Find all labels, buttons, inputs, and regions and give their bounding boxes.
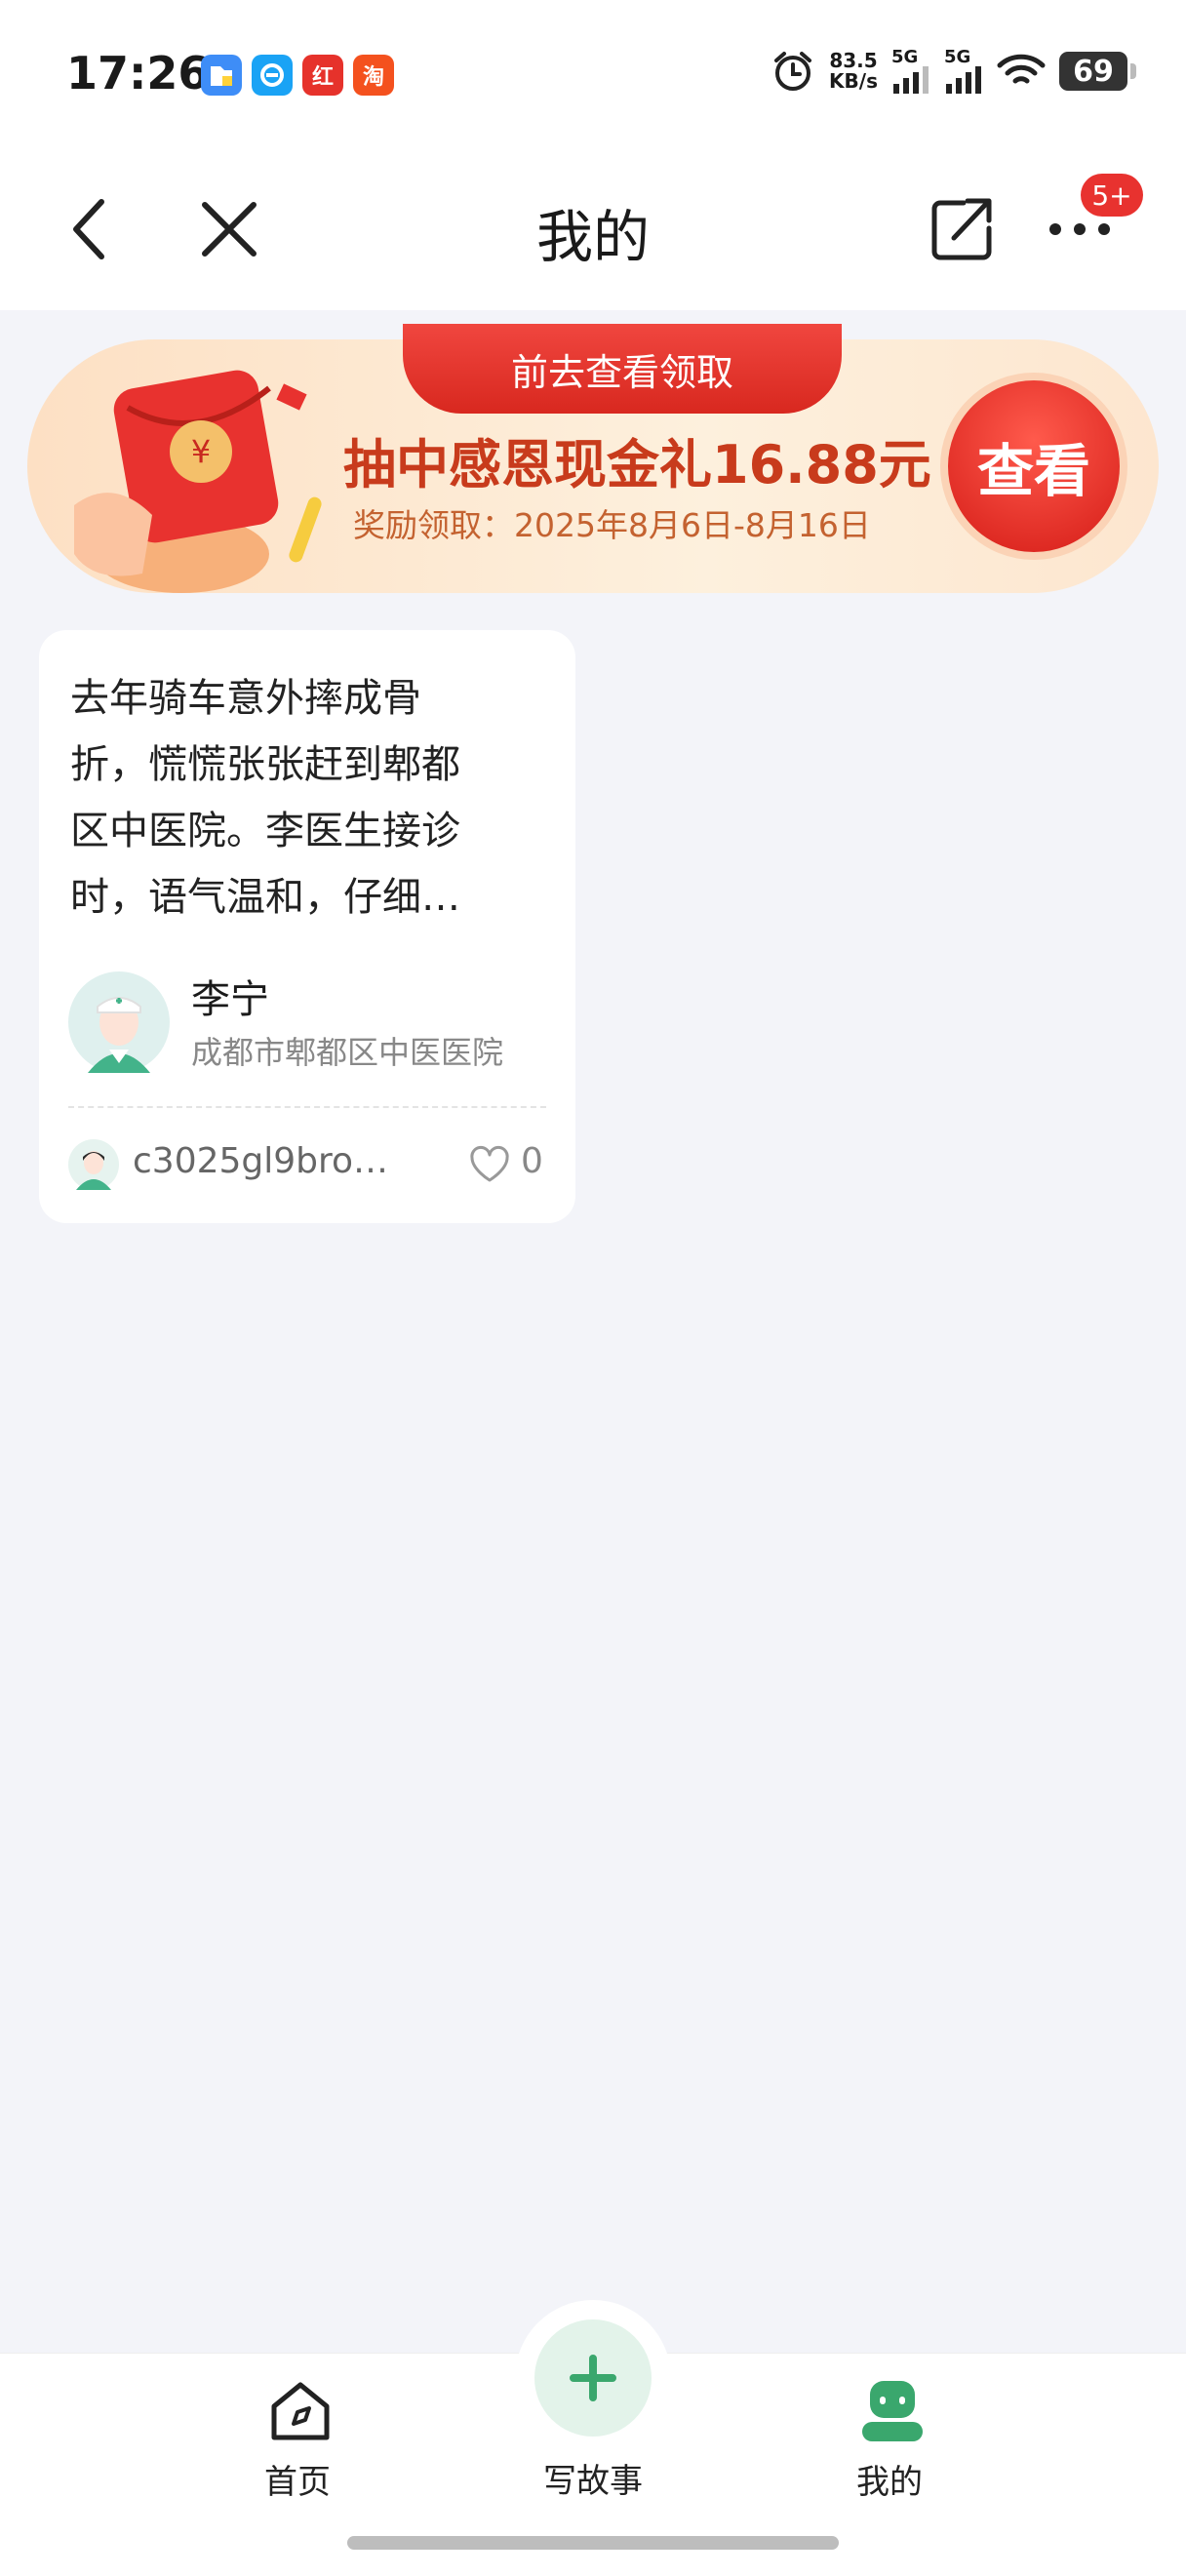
net-speed-value: 83.5 <box>829 49 878 72</box>
system-indicators: 83.5 KB/s 5G 5G 69 <box>771 49 1136 94</box>
share-icon[interactable] <box>925 189 995 267</box>
svg-text:¥: ¥ <box>191 433 211 470</box>
story-line: 去年骑车意外摔成骨 <box>70 676 421 721</box>
write-story-button[interactable] <box>534 2319 652 2437</box>
write-story-label: 写故事 <box>543 2462 643 2501</box>
tab-home[interactable]: 首页 <box>200 2354 395 2549</box>
plus-icon <box>570 2355 616 2401</box>
view-button[interactable]: 查看 <box>940 373 1127 560</box>
story-line: 折，慌慌张张赶到郫都 <box>70 742 460 787</box>
doctor-name: 李宁 <box>191 977 269 1022</box>
profile-icon <box>862 2381 923 2441</box>
doctor-hospital: 成都市郫都区中医医院 <box>191 1034 504 1071</box>
taobao-app-icon: 淘 <box>353 55 394 96</box>
files-app-icon <box>201 55 242 96</box>
tab-home-label: 首页 <box>264 2463 331 2502</box>
banner-subline: 奖励领取：2025年8月6日-8月16日 <box>353 506 871 544</box>
status-time: 17:26 <box>66 47 210 99</box>
heart-icon[interactable] <box>468 1145 511 1184</box>
nav-bar: 我的 5+ <box>0 146 1186 310</box>
home-icon <box>271 2382 330 2440</box>
signal-2: 5G <box>944 49 983 94</box>
net-speed-unit: KB/s <box>829 69 878 93</box>
reward-banner[interactable]: ¥ 前去查看领取 抽中感恩现金礼16.88元 奖励领取：2025年8月6日-8月… <box>27 324 1159 593</box>
author-name: c3025gl9bro… <box>133 1141 389 1181</box>
signal-2-label: 5G <box>944 47 971 67</box>
story-text: 去年骑车意外摔成骨 折，慌慌张张赶到郫都 区中医院。李医生接诊 时，语气温和，仔… <box>70 665 544 931</box>
doctor-avatar <box>68 971 170 1073</box>
banner-headline: 抽中感恩现金礼16.88元 <box>343 434 931 495</box>
tab-mine[interactable]: 我的 <box>792 2354 987 2549</box>
battery-indicator: 69 <box>1059 52 1136 91</box>
story-line: 时，语气温和，仔细… <box>70 875 460 920</box>
signal-bars-icon <box>893 66 929 94</box>
notification-app-icons: 红 淘 <box>201 55 394 96</box>
story-line: 区中医院。李医生接诊 <box>70 809 460 853</box>
wifi-icon <box>997 54 1046 84</box>
signal-bars-icon <box>946 66 981 94</box>
more-badge: 5+ <box>1081 174 1143 217</box>
red-app-icon: 红 <box>302 55 343 96</box>
alarm-icon <box>774 52 812 91</box>
author-avatar <box>68 1139 119 1190</box>
signal-1: 5G <box>891 49 930 94</box>
story-card[interactable]: 去年骑车意外摔成骨 折，慌慌张张赶到郫都 区中医院。李医生接诊 时，语气温和，仔… <box>39 630 575 1223</box>
home-indicator[interactable] <box>347 2536 839 2550</box>
tab-mine-label: 我的 <box>856 2463 923 2502</box>
card-divider <box>68 1106 546 1108</box>
page-title: 我的 <box>535 204 650 270</box>
signal-1-label: 5G <box>891 47 919 67</box>
red-envelope-hand-icon: ¥ <box>74 370 322 593</box>
like-count: 0 <box>521 1141 543 1181</box>
net-speed: 83.5 KB/s <box>829 51 878 92</box>
banner-tab-label: 前去查看领取 <box>403 324 842 414</box>
browser-app-icon <box>252 55 293 96</box>
status-bar: 17:26 红 淘 83.5 KB/s 5G 5G 69 <box>0 0 1186 146</box>
